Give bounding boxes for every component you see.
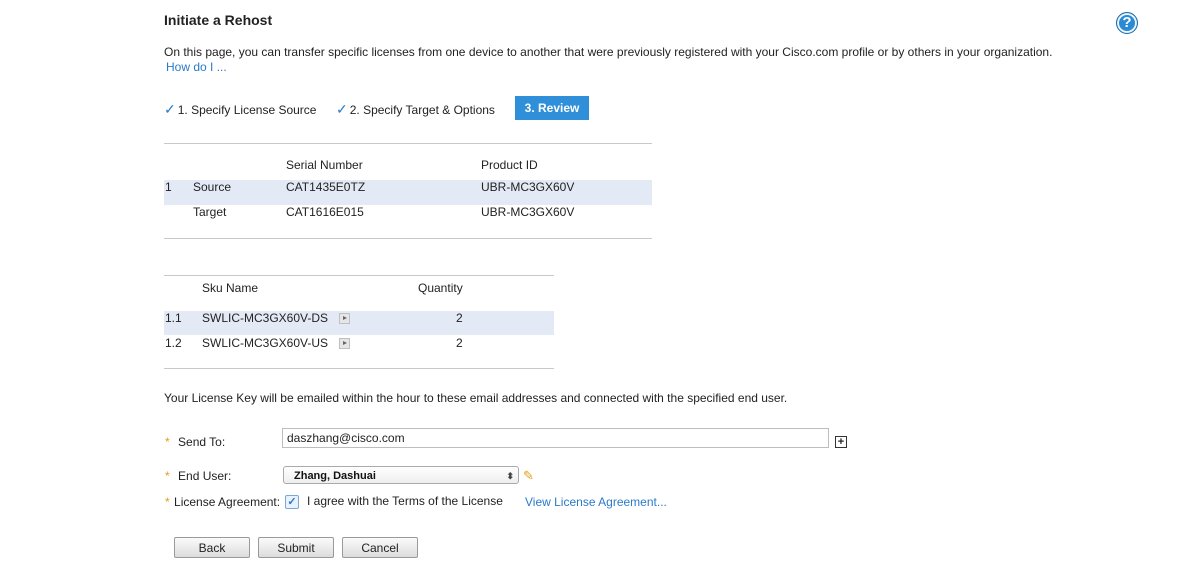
table-divider bbox=[164, 368, 554, 369]
agreement-text: I agree with the Terms of the License bbox=[307, 494, 503, 508]
serial-number: CAT1616E015 bbox=[286, 205, 364, 219]
updown-caret-icon: ⬍ bbox=[506, 471, 514, 481]
sku-name-header: Sku Name bbox=[202, 281, 259, 295]
product-id-header: Product ID bbox=[481, 158, 538, 172]
expand-arrow-icon[interactable] bbox=[339, 338, 350, 349]
quantity: 2 bbox=[456, 336, 463, 350]
serial-number: CAT1435E0TZ bbox=[286, 180, 366, 194]
table-divider bbox=[164, 238, 652, 239]
table-divider bbox=[164, 275, 554, 276]
required-asterisk: * bbox=[165, 469, 170, 483]
required-asterisk: * bbox=[165, 435, 170, 449]
intro-text: On this page, you can transfer specific … bbox=[164, 45, 1053, 59]
checkmark-icon: ✓ bbox=[336, 101, 348, 117]
quantity-header: Quantity bbox=[418, 281, 463, 295]
row-number: 1.2 bbox=[165, 336, 182, 350]
sku-name: SWLIC-MC3GX60V-DS bbox=[202, 311, 329, 325]
expand-arrow-icon[interactable] bbox=[339, 313, 350, 324]
agree-checkbox[interactable]: ✓ bbox=[285, 495, 299, 509]
plus-box-icon[interactable]: + bbox=[835, 436, 847, 448]
cancel-button[interactable]: Cancel bbox=[342, 537, 418, 558]
help-circle-icon[interactable]: ? bbox=[1116, 12, 1138, 34]
product-id: UBR-MC3GX60V bbox=[481, 180, 575, 194]
send-to-label: * Send To: bbox=[165, 435, 226, 449]
license-agreement-label: * License Agreement: bbox=[165, 495, 281, 509]
serial-number-header: Serial Number bbox=[286, 158, 363, 172]
row-number: 1 bbox=[165, 180, 172, 194]
quantity: 2 bbox=[456, 311, 463, 325]
sku-name: SWLIC-MC3GX60V-US bbox=[202, 336, 329, 350]
back-button[interactable]: Back bbox=[174, 537, 250, 558]
product-id: UBR-MC3GX60V bbox=[481, 205, 575, 219]
send-to-input[interactable]: daszhang@cisco.com bbox=[282, 428, 829, 448]
step-specify-license-source[interactable]: ✓ 1. Specify License Source bbox=[164, 101, 316, 118]
table-divider bbox=[164, 143, 652, 144]
row-role: Source bbox=[193, 180, 232, 194]
step-specify-target-options[interactable]: ✓ 2. Specify Target & Options bbox=[336, 101, 495, 118]
submit-button[interactable]: Submit bbox=[258, 537, 334, 558]
step-review[interactable]: 3. Review bbox=[515, 96, 589, 120]
pencil-icon[interactable]: ✎ bbox=[523, 468, 534, 484]
view-license-agreement-link[interactable]: View License Agreement... bbox=[525, 495, 667, 509]
required-asterisk: * bbox=[165, 495, 170, 509]
page-title: Initiate a Rehost bbox=[164, 12, 273, 28]
table-row bbox=[164, 180, 652, 205]
end-user-select[interactable]: Zhang, Dashuai ⬍ bbox=[283, 466, 519, 484]
end-user-label: * End User: bbox=[165, 469, 232, 483]
checkmark-icon: ✓ bbox=[164, 101, 176, 117]
row-role: Target bbox=[193, 205, 227, 219]
email-notice: Your License Key will be emailed within … bbox=[164, 391, 788, 405]
how-do-i-link[interactable]: How do I ... bbox=[166, 60, 227, 74]
row-number: 1.1 bbox=[165, 311, 182, 325]
